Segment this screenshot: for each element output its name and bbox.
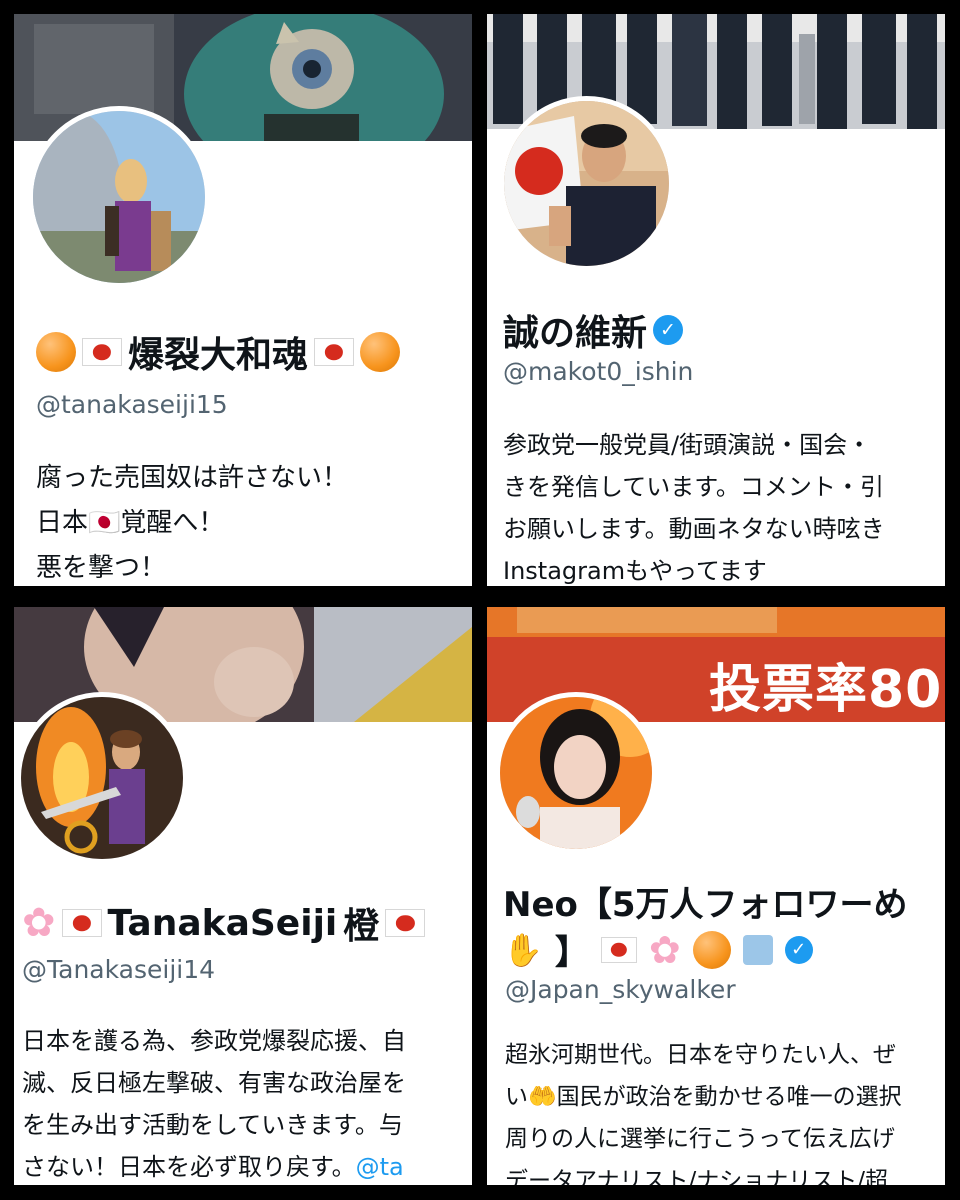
cherry-blossom-icon: ✿ bbox=[648, 927, 681, 972]
banner-text: 投票率80 bbox=[709, 660, 943, 720]
username-handle[interactable]: @tanakaseiji15 bbox=[36, 390, 228, 419]
display-name: Neo【5万人フォロワーめ bbox=[503, 877, 908, 926]
profile-bio: 超氷河期世代。日本を守りたい人、ぜ い🤲国民が政治を動かせる唯一の選択 周りの人… bbox=[505, 1042, 902, 1185]
display-name-text: TanakaSeiji bbox=[107, 902, 338, 944]
profile-avatar[interactable] bbox=[16, 692, 188, 864]
profile-avatar[interactable] bbox=[28, 106, 210, 288]
japan-flag-icon bbox=[385, 909, 426, 937]
profile-bio: 腐った売国奴は許さない！ 日本🇯🇵覚醒へ！ 悪を撃つ！ bbox=[36, 463, 349, 583]
profile-card-tanakaseiji14[interactable]: ✿ TanakaSeiji 橙 @Tanakaseiji14 日本を護る為、参政… bbox=[14, 607, 472, 1185]
username-handle[interactable]: @Japan_skywalker bbox=[505, 975, 736, 1004]
profile-avatar[interactable] bbox=[499, 96, 674, 271]
display-name-text: Neo【5万人フォロワーめ bbox=[503, 885, 908, 925]
japan-flag-icon bbox=[61, 909, 102, 937]
verified-badge-icon: ✓ bbox=[653, 315, 684, 345]
japan-flag-icon bbox=[314, 338, 355, 366]
orange-circle-icon bbox=[36, 332, 76, 372]
display-name-line2: ✋ 】 ✿ ✓ bbox=[503, 925, 813, 974]
profile-card-tanakaseiji15[interactable]: 爆裂大和魂 @tanakaseiji15 腐った売国奴は許さない！ 日本🇯🇵覚醒… bbox=[14, 14, 472, 586]
orange-circle-icon bbox=[360, 332, 401, 372]
profile-bio: 日本を護る為、参政党爆裂応援、自 滅、反日極左撃破、有害な政治屋を を生み出す活… bbox=[22, 1020, 406, 1185]
profile-avatar[interactable] bbox=[495, 692, 657, 854]
profile-card-makot0-ishin[interactable]: 誠の維新 ✓ @makot0_ishin 参政党一般党員/街頭演説・国会・ きを… bbox=[487, 14, 945, 586]
display-name: 爆裂大和魂 bbox=[36, 326, 401, 378]
mention-link[interactable]: @ta bbox=[356, 1153, 404, 1181]
display-name: ✿ TanakaSeiji 橙 bbox=[22, 897, 426, 949]
display-name-suffix: 橙 bbox=[343, 906, 380, 947]
ballot-box-icon bbox=[742, 934, 773, 965]
profile-bio: 参政党一般党員/街頭演説・国会・ きを発信しています。コメント・引 お願いします… bbox=[503, 431, 885, 585]
orange-circle-icon bbox=[692, 930, 731, 969]
display-name-end: 】 bbox=[554, 933, 589, 973]
display-name: 誠の維新 ✓ bbox=[503, 304, 684, 356]
username-handle[interactable]: @makot0_ishin bbox=[503, 357, 693, 386]
display-name-text: 誠の維新 bbox=[503, 313, 648, 354]
cherry-blossom-icon: ✿ bbox=[22, 900, 56, 946]
username-handle[interactable]: @Tanakaseiji14 bbox=[22, 955, 215, 984]
profile-card-japan-skywalker[interactable]: 投票率80 Neo【5万人フォロワーめ ✋ 】 ✿ ✓ @Japan_skywa… bbox=[487, 607, 945, 1185]
japan-flag-icon bbox=[82, 338, 122, 366]
handshake-icon: ✋ bbox=[503, 930, 543, 969]
display-name-text: 爆裂大和魂 bbox=[128, 335, 309, 376]
verified-badge-icon: ✓ bbox=[784, 935, 813, 964]
profile-bio-text: 日本を護る為、参政党爆裂応援、自 滅、反日極左撃破、有害な政治屋を を生み出す活… bbox=[22, 1027, 406, 1181]
japan-flag-icon bbox=[600, 936, 637, 963]
